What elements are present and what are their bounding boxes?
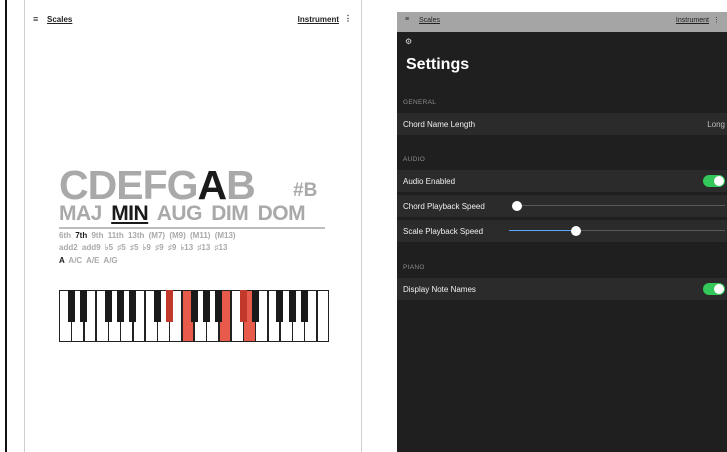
top-bar: ≡ Scales Instrument ⋮	[25, 12, 361, 28]
black-key[interactable]	[202, 290, 210, 322]
settings-screen: ≡ Scales Instrument ⋮ ⚙ Settings GENERAL…	[397, 12, 727, 452]
scales-link[interactable]: Scales	[47, 15, 72, 24]
black-key[interactable]	[80, 290, 88, 322]
toggle-knob	[714, 284, 724, 294]
extension-5[interactable]: ♭5	[105, 243, 113, 252]
extension-9th[interactable]: 9th	[91, 231, 103, 240]
slash-chord-row: A A/C A/E A/G	[59, 256, 118, 265]
black-key[interactable]	[67, 290, 75, 322]
extension-5[interactable]: ♯5	[117, 243, 125, 252]
extension-m7[interactable]: (M7)	[149, 231, 165, 240]
black-key[interactable]	[153, 290, 161, 322]
slash-a-g[interactable]: A/G	[103, 256, 117, 265]
extension-row-2: add2 add9 ♭5 ♯5 ♯5 ♭9 ♯9 ♯9 ♭13 ♯13 ♯13	[59, 243, 227, 252]
extension-add2[interactable]: add2	[59, 243, 78, 252]
quality-min[interactable]: MIN	[111, 202, 149, 225]
audio-enabled-row: Audio Enabled	[397, 170, 727, 192]
section-header-piano: PIANO	[403, 264, 425, 271]
extension-row-1: 6th 7th 9th 11th 13th (M7) (M9) (M11) (M…	[59, 231, 236, 240]
extension-13[interactable]: ♯13	[197, 243, 210, 252]
black-key[interactable]	[288, 290, 296, 322]
black-key[interactable]	[104, 290, 112, 322]
black-key[interactable]	[251, 290, 259, 322]
piano-keyboard[interactable]	[59, 290, 330, 342]
quality-selector: MAJ MIN AUG DIM DOM	[59, 202, 309, 226]
white-key[interactable]	[316, 290, 330, 342]
quality-dom[interactable]: DOM	[258, 202, 306, 225]
quality-aug[interactable]: AUG	[157, 202, 203, 225]
extension-7th[interactable]: 7th	[75, 231, 87, 240]
audio-enabled-toggle[interactable]	[703, 175, 725, 187]
toggle-knob	[714, 176, 724, 186]
settings-top-bar: ≡ Scales Instrument ⋮	[397, 12, 727, 32]
chord-screen: ≡ Scales Instrument ⋮ CDEFGAB #B MAJ MIN…	[24, 0, 362, 452]
black-key[interactable]	[215, 290, 223, 322]
chord-name-length-label: Chord Name Length	[403, 120, 476, 129]
black-key[interactable]	[165, 290, 173, 322]
black-key[interactable]	[300, 290, 308, 322]
section-header-general: GENERAL	[403, 99, 437, 106]
chord-playback-speed-label: Chord Playback Speed	[403, 202, 485, 211]
more-options-icon[interactable]: ⋮	[713, 16, 720, 24]
extension-13th[interactable]: 13th	[128, 231, 144, 240]
gear-icon[interactable]: ⚙	[405, 37, 412, 46]
quality-maj[interactable]: MAJ	[59, 202, 102, 225]
display-note-names-label: Display Note Names	[403, 285, 476, 294]
scale-speed-slider-thumb[interactable]	[571, 226, 581, 236]
chord-name-length-value[interactable]: Long	[707, 120, 725, 129]
scales-link[interactable]: Scales	[419, 17, 440, 24]
instrument-link[interactable]: Instrument	[676, 17, 709, 24]
slash-a-e[interactable]: A/E	[86, 256, 99, 265]
page-left-rule	[5, 0, 7, 452]
extension-13[interactable]: ♭13	[181, 243, 194, 252]
black-key[interactable]	[116, 290, 124, 322]
display-note-names-row: Display Note Names	[397, 278, 727, 300]
extension-6th[interactable]: 6th	[59, 231, 71, 240]
black-key[interactable]	[129, 290, 137, 322]
extension-m13[interactable]: (M13)	[215, 231, 236, 240]
hamburger-menu-icon[interactable]: ≡	[33, 14, 38, 24]
more-options-icon[interactable]: ⋮	[344, 14, 352, 23]
slash-a-c[interactable]: A/C	[68, 256, 82, 265]
chord-name-length-row[interactable]: Chord Name Length Long	[397, 113, 727, 135]
extension-9[interactable]: ♯9	[155, 243, 163, 252]
chord-speed-track[interactable]	[515, 205, 725, 206]
chord-speed-slider-thumb[interactable]	[512, 201, 522, 211]
quality-divider	[59, 227, 325, 229]
sharp-toggle[interactable]: #B	[293, 180, 317, 202]
quality-dim[interactable]: DIM	[211, 202, 249, 225]
chord-playback-speed-row: Chord Playback Speed	[397, 195, 727, 217]
scale-playback-speed-label: Scale Playback Speed	[403, 227, 484, 236]
extension-13[interactable]: ♯13	[215, 243, 228, 252]
hamburger-menu-icon[interactable]: ≡	[405, 16, 409, 23]
page-title: Settings	[406, 56, 470, 73]
extension-9[interactable]: ♭9	[143, 243, 151, 252]
black-key[interactable]	[190, 290, 198, 322]
extension-5[interactable]: ♯5	[130, 243, 138, 252]
extension-m11[interactable]: (M11)	[190, 231, 210, 240]
scale-speed-fill	[509, 230, 575, 231]
extension-11th[interactable]: 11th	[108, 231, 124, 240]
black-key[interactable]	[239, 290, 247, 322]
black-key[interactable]	[276, 290, 284, 322]
section-header-audio: AUDIO	[403, 156, 426, 163]
extension-add9[interactable]: add9	[82, 243, 101, 252]
audio-enabled-label: Audio Enabled	[403, 177, 456, 186]
display-note-names-toggle[interactable]	[703, 283, 725, 295]
extension-m9[interactable]: (M9)	[169, 231, 185, 240]
extension-9[interactable]: ♯9	[168, 243, 176, 252]
slash-a[interactable]: A	[59, 256, 64, 265]
scale-playback-speed-row: Scale Playback Speed	[397, 220, 727, 242]
instrument-link[interactable]: Instrument	[298, 15, 339, 24]
